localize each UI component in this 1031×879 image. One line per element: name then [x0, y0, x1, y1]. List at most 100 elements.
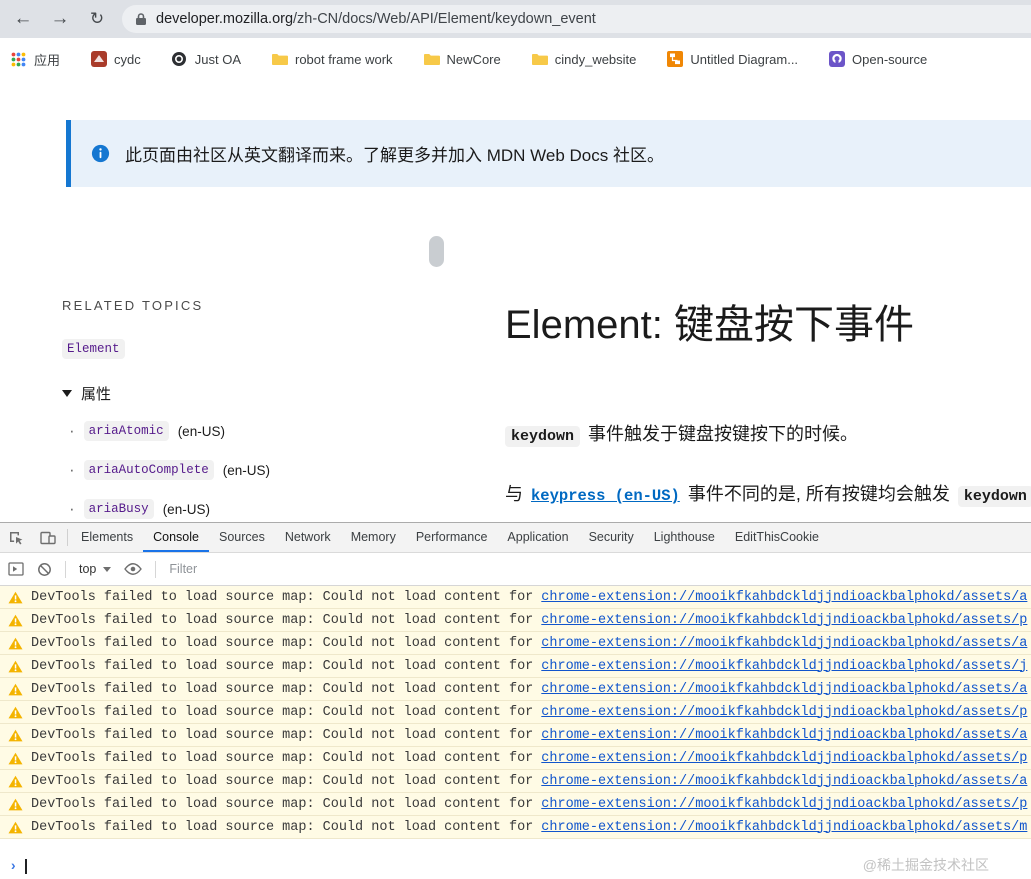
warning-icon	[8, 706, 23, 719]
source-map-link[interactable]: chrome-extension://mooikfkahbdckldjjndio…	[541, 728, 1027, 743]
console-warning-row: DevTools failed to load source map: Coul…	[0, 701, 1031, 724]
text-cursor	[25, 859, 27, 874]
para2-prefix: 与	[505, 484, 523, 504]
console-warning-row: DevTools failed to load source map: Coul…	[0, 609, 1031, 632]
forward-icon[interactable]: →	[46, 5, 74, 33]
context-selector[interactable]: top	[79, 562, 112, 576]
console-warning-row: DevTools failed to load source map: Coul…	[0, 724, 1031, 747]
folder-icon	[423, 51, 440, 67]
bookmark-label: robot frame work	[295, 51, 393, 67]
sidebar-item-code-link[interactable]: ariaAtomic	[83, 421, 169, 441]
devtools-tab-editthiscookie[interactable]: EditThisCookie	[725, 523, 829, 552]
devtools-tab-sources[interactable]: Sources	[209, 523, 275, 552]
keydown-code-chip-2: keydown	[957, 486, 1031, 507]
devtools-tab-elements[interactable]: Elements	[71, 523, 143, 552]
sidebar-item[interactable]: · ariaAutoComplete (en-US)	[62, 460, 482, 480]
address-bar[interactable]: developer.mozilla.org/zh-CN/docs/Web/API…	[122, 5, 1031, 33]
context-selector-value: top	[79, 562, 97, 576]
warning-text: DevTools failed to load source map: Coul…	[31, 658, 534, 674]
source-map-link[interactable]: chrome-extension://mooikfkahbdckldjjndio…	[541, 797, 1027, 812]
warning-text: DevTools failed to load source map: Coul…	[31, 796, 534, 812]
console-filter-input[interactable]	[169, 562, 490, 576]
article: Element: 键盘按下事件 keydown 事件触发于键盘按键按下的时候。 与…	[505, 292, 1031, 522]
keypress-link[interactable]: keypress (en-US)	[531, 487, 680, 505]
bookmark-item[interactable]: cindy_website	[531, 51, 636, 67]
folder-icon	[271, 51, 288, 67]
clear-console-icon[interactable]	[37, 562, 52, 577]
para2-middle: 事件不同的是, 所有按键均会触发	[687, 484, 950, 504]
sidebar-heading: RELATED TOPICS	[62, 298, 204, 313]
translation-banner: 此页面由社区从英文翻译而来。了解更多并加入 MDN Web Docs 社区。	[66, 120, 1031, 187]
source-map-link[interactable]: chrome-extension://mooikfkahbdckldjjndio…	[541, 705, 1027, 720]
sidebar-item-code-link[interactable]: ariaAutoComplete	[83, 460, 214, 480]
sidebar-item-code-link[interactable]: ariaBusy	[83, 499, 154, 519]
console-sidebar-icon[interactable]	[8, 562, 24, 576]
drag-handle[interactable]	[429, 236, 444, 267]
warning-icon	[8, 683, 23, 696]
bookmark-item[interactable]: robot frame work	[271, 51, 393, 67]
source-map-link[interactable]: chrome-extension://mooikfkahbdckldjjndio…	[541, 613, 1027, 628]
banner-text: 此页面由社区从英文翻译而来。了解更多并加入 MDN Web Docs 社区。	[125, 146, 664, 165]
devtools-tab-lighthouse[interactable]: Lighthouse	[644, 523, 725, 552]
devtools-tab-memory[interactable]: Memory	[341, 523, 406, 552]
lock-icon	[135, 12, 147, 26]
device-toolbar-icon[interactable]	[32, 523, 64, 552]
source-map-link[interactable]: chrome-extension://mooikfkahbdckldjjndio…	[541, 751, 1027, 766]
source-map-link[interactable]: chrome-extension://mooikfkahbdckldjjndio…	[541, 774, 1027, 789]
devtools-tab-security[interactable]: Security	[579, 523, 644, 552]
sidebar-link-element[interactable]: Element	[62, 339, 125, 359]
bookmark-item[interactable]: Untitled Diagram...	[666, 51, 798, 67]
bookmark-label: 应用	[34, 52, 61, 68]
chevron-down-icon	[103, 566, 112, 572]
bookmark-item[interactable]: 应用	[10, 50, 60, 69]
bookmark-item[interactable]: Just OA	[171, 51, 241, 67]
eye-icon[interactable]	[124, 563, 143, 575]
chevron-down-icon	[62, 390, 72, 397]
bookmark-item[interactable]: cydc	[90, 51, 141, 67]
warning-icon	[8, 637, 23, 650]
reload-icon[interactable]: ↻	[83, 5, 111, 33]
warning-icon	[8, 729, 23, 742]
bookmark-item[interactable]: Open-source	[828, 51, 927, 67]
second-paragraph: 与 keypress (en-US) 事件不同的是, 所有按键均会触发 keydown	[505, 480, 1031, 507]
warning-text: DevTools failed to load source map: Coul…	[31, 612, 534, 628]
devtools-tab-network[interactable]: Network	[275, 523, 341, 552]
watermark: @稀土掘金技术社区	[862, 857, 989, 873]
console-warning-row: DevTools failed to load source map: Coul…	[0, 632, 1031, 655]
sidebar-group-properties[interactable]: 属性	[62, 383, 482, 404]
bullet-icon: ·	[69, 499, 75, 518]
warning-icon	[8, 614, 23, 627]
justoa-logo-icon	[171, 51, 188, 67]
sidebar-item[interactable]: · ariaBusy (en-US)	[62, 499, 482, 519]
devtools-tab-application[interactable]: Application	[497, 523, 578, 552]
divider	[67, 529, 68, 546]
sidebar-item[interactable]: · ariaAtomic (en-US)	[62, 421, 482, 441]
devtools-tab-console[interactable]: Console	[143, 523, 209, 552]
warning-text: DevTools failed to load source map: Coul…	[31, 681, 534, 697]
warning-icon	[8, 775, 23, 788]
devtools-tab-bar: Elements Console Sources Network Memory Perfo…	[0, 523, 1031, 553]
source-map-link[interactable]: chrome-extension://mooikfkahbdckldjjndio…	[541, 820, 1027, 835]
warning-text: DevTools failed to load source map: Coul…	[31, 635, 534, 651]
intro-paragraph: keydown 事件触发于键盘按键按下的时候。	[505, 420, 859, 447]
divider	[65, 560, 66, 578]
bookmark-label: NewCore	[446, 51, 501, 67]
warning-icon	[8, 821, 23, 834]
url-path: /zh-CN/docs/Web/API/Element/keydown_even…	[293, 11, 596, 27]
source-map-link[interactable]: chrome-extension://mooikfkahbdckldjjndio…	[541, 682, 1027, 697]
source-map-link[interactable]: chrome-extension://mooikfkahbdckldjjndio…	[541, 590, 1027, 605]
sidebar-item-locale-suffix: (en-US)	[162, 501, 210, 517]
devtools-tab-performance[interactable]: Performance	[406, 523, 498, 552]
back-icon[interactable]: ←	[9, 5, 37, 33]
inspect-element-icon[interactable]	[0, 523, 32, 552]
intro-text: 事件触发于键盘按键按下的时候。	[588, 424, 859, 444]
source-map-link[interactable]: chrome-extension://mooikfkahbdckldjjndio…	[541, 636, 1027, 651]
warning-icon	[8, 660, 23, 673]
console-warning-row: DevTools failed to load source map: Coul…	[0, 816, 1031, 839]
console-warning-row: DevTools failed to load source map: Coul…	[0, 747, 1031, 770]
source-map-link[interactable]: chrome-extension://mooikfkahbdckldjjndio…	[541, 659, 1027, 674]
sidebar-item-locale-suffix: (en-US)	[222, 462, 270, 478]
console-messages: DevTools failed to load source map: Coul…	[0, 586, 1031, 854]
bookmark-item[interactable]: NewCore	[423, 51, 501, 67]
devtools-panel: Elements Console Sources Network Memory Perfo…	[0, 522, 1031, 879]
